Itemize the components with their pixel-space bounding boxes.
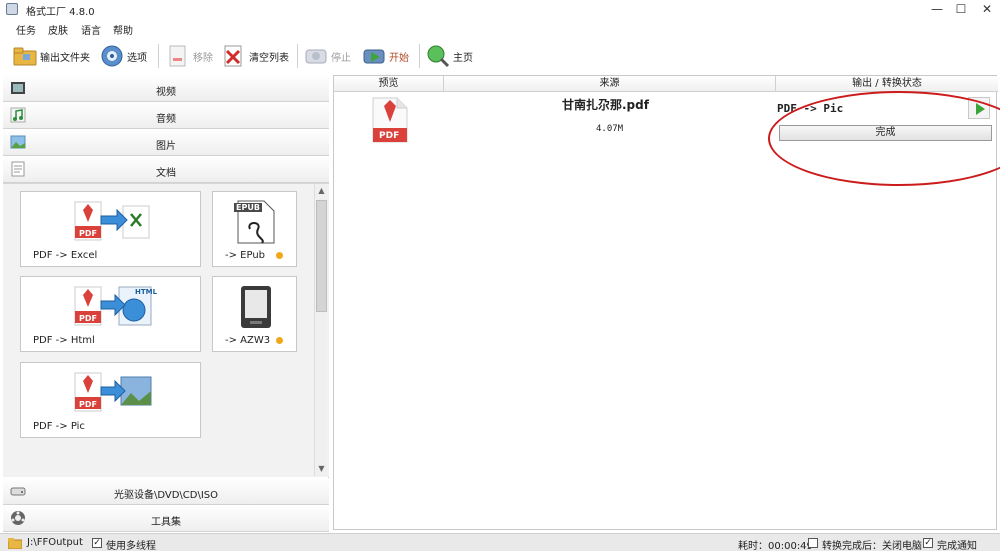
- status-dot: [276, 252, 283, 259]
- toolbar-divider: [297, 44, 298, 68]
- options-label: 选项: [127, 52, 147, 64]
- scroll-up-arrow-icon[interactable]: ▲: [315, 184, 328, 198]
- tile-to-epub-label: -> EPub: [225, 250, 266, 261]
- clear-list-icon: [222, 44, 246, 68]
- task-filesize: 4.07M: [596, 124, 624, 134]
- notify-label: 完成通知: [937, 541, 977, 552]
- task-filename: 甘南扎尕那.pdf: [562, 98, 649, 112]
- tile-pdf-to-excel[interactable]: PDF PDF -> Excel: [20, 191, 201, 267]
- output-folder-button[interactable]: 输出文件夹: [13, 42, 90, 70]
- category-image[interactable]: 图片: [3, 129, 329, 156]
- tile-pdf-to-pic-label: PDF -> Pic: [33, 421, 85, 432]
- window-title: 格式工厂 4.8.0: [26, 7, 95, 18]
- toolbar: 输出文件夹 选项 移除 清空列表 停止 开始 主页: [0, 40, 1000, 72]
- gear-icon: [100, 44, 124, 68]
- category-document-label: 文档: [156, 168, 176, 179]
- tile-to-azw3[interactable]: -> AZW3: [212, 276, 297, 352]
- folder-icon: [7, 537, 23, 550]
- tile-pdf-to-html[interactable]: HTML PDF PDF -> Html: [20, 276, 201, 352]
- stop-button[interactable]: 停止: [304, 42, 351, 70]
- app-icon: [6, 3, 18, 15]
- tile-to-azw3-label: -> AZW3: [225, 335, 271, 346]
- clear-list-label: 清空列表: [249, 52, 289, 64]
- category-audio-label: 音频: [156, 114, 176, 125]
- maximize-button[interactable]: ☐: [948, 0, 974, 18]
- scrollbar-thumb[interactable]: [316, 200, 327, 312]
- red-annotation-circle: [768, 91, 1000, 186]
- start-icon: [362, 44, 386, 68]
- task-list: 预览 来源 输出 / 转换状态 PDF 甘南扎尕那.pdf 4.07M PDF …: [333, 75, 1000, 530]
- tile-pdf-to-html-label: PDF -> Html: [33, 335, 95, 346]
- category-video[interactable]: 视频: [3, 75, 329, 102]
- home-label: 主页: [453, 52, 473, 64]
- multithread-checkbox[interactable]: ✓: [92, 538, 102, 548]
- output-path[interactable]: J:\FFOutput: [27, 537, 83, 548]
- category-tools[interactable]: 工具集: [3, 505, 329, 532]
- menu-bar: 任务 皮肤 语言 帮助: [0, 20, 1000, 37]
- status-dot: [276, 337, 283, 344]
- elapsed-time: 耗时：00:00:49: [738, 541, 813, 552]
- notify-checkbox[interactable]: ✓: [923, 538, 933, 548]
- globe-search-icon: [426, 44, 450, 68]
- stop-icon: [304, 44, 328, 68]
- pdf-badge: PDF: [79, 314, 97, 323]
- close-button[interactable]: ✕: [974, 0, 1000, 18]
- multithread-label: 使用多线程: [106, 541, 156, 552]
- home-button[interactable]: 主页: [426, 42, 473, 70]
- category-document[interactable]: 文档: [3, 156, 329, 183]
- panel-scrollbar[interactable]: ▲ ▼: [314, 184, 327, 476]
- menu-help[interactable]: 帮助: [113, 22, 133, 37]
- tile-pdf-to-pic[interactable]: PDF PDF -> Pic: [20, 362, 201, 438]
- pdf-thumbnail-label: PDF: [379, 131, 400, 141]
- document-conversion-panel: PDF PDF -> Excel EPUB -> EPub HTML PDF P…: [3, 183, 329, 477]
- remove-label: 移除: [193, 52, 213, 64]
- category-panel: 视频 音频 图片 文档 PDF PDF -> Excel EPUB -> EPu…: [3, 75, 329, 532]
- tile-to-epub[interactable]: EPUB -> EPub: [212, 191, 297, 267]
- pdf-badge: PDF: [79, 400, 97, 409]
- shutdown-after-label: 转换完成后：关闭电脑: [822, 541, 922, 552]
- category-audio[interactable]: 音频: [3, 102, 329, 129]
- options-button[interactable]: 选项: [100, 42, 147, 70]
- category-optical[interactable]: 光驱设备\DVD\CD\ISO: [3, 478, 329, 505]
- start-button[interactable]: 开始: [362, 42, 409, 70]
- remove-button[interactable]: 移除: [166, 42, 213, 70]
- stop-label: 停止: [331, 52, 351, 64]
- menu-skin[interactable]: 皮肤: [48, 22, 68, 37]
- start-label: 开始: [389, 52, 409, 64]
- category-tools-label: 工具集: [151, 517, 181, 528]
- minimize-button[interactable]: —: [924, 0, 950, 18]
- output-folder-label: 输出文件夹: [40, 52, 90, 64]
- shutdown-after-checkbox[interactable]: [808, 538, 818, 548]
- menu-task[interactable]: 任务: [16, 22, 36, 37]
- scroll-down-arrow-icon[interactable]: ▼: [315, 462, 328, 476]
- category-optical-label: 光驱设备\DVD\CD\ISO: [113, 490, 219, 501]
- column-output-status[interactable]: 输出 / 转换状态: [776, 76, 998, 92]
- html-badge: HTML: [135, 288, 158, 296]
- column-source[interactable]: 来源: [444, 76, 776, 92]
- menu-language[interactable]: 语言: [81, 22, 101, 37]
- epub-icon-text: EPUB: [234, 203, 262, 212]
- folder-icon: [13, 44, 37, 68]
- category-video-label: 视频: [156, 87, 176, 98]
- tile-pdf-to-excel-label: PDF -> Excel: [33, 250, 98, 261]
- toolbar-divider: [419, 44, 420, 68]
- status-bar: J:\FFOutput ✓ 使用多线程 耗时：00:00:49 转换完成后：关闭…: [0, 533, 1000, 552]
- column-preview[interactable]: 预览: [334, 76, 444, 92]
- category-image-label: 图片: [156, 141, 176, 152]
- clear-list-button[interactable]: 清空列表: [222, 42, 289, 70]
- toolbar-divider: [158, 44, 159, 68]
- pdf-badge: PDF: [79, 229, 97, 238]
- title-bar: 格式工厂 4.8.0 — ☐ ✕: [0, 0, 1000, 18]
- remove-icon: [166, 44, 190, 68]
- ereader-icon: [237, 284, 277, 330]
